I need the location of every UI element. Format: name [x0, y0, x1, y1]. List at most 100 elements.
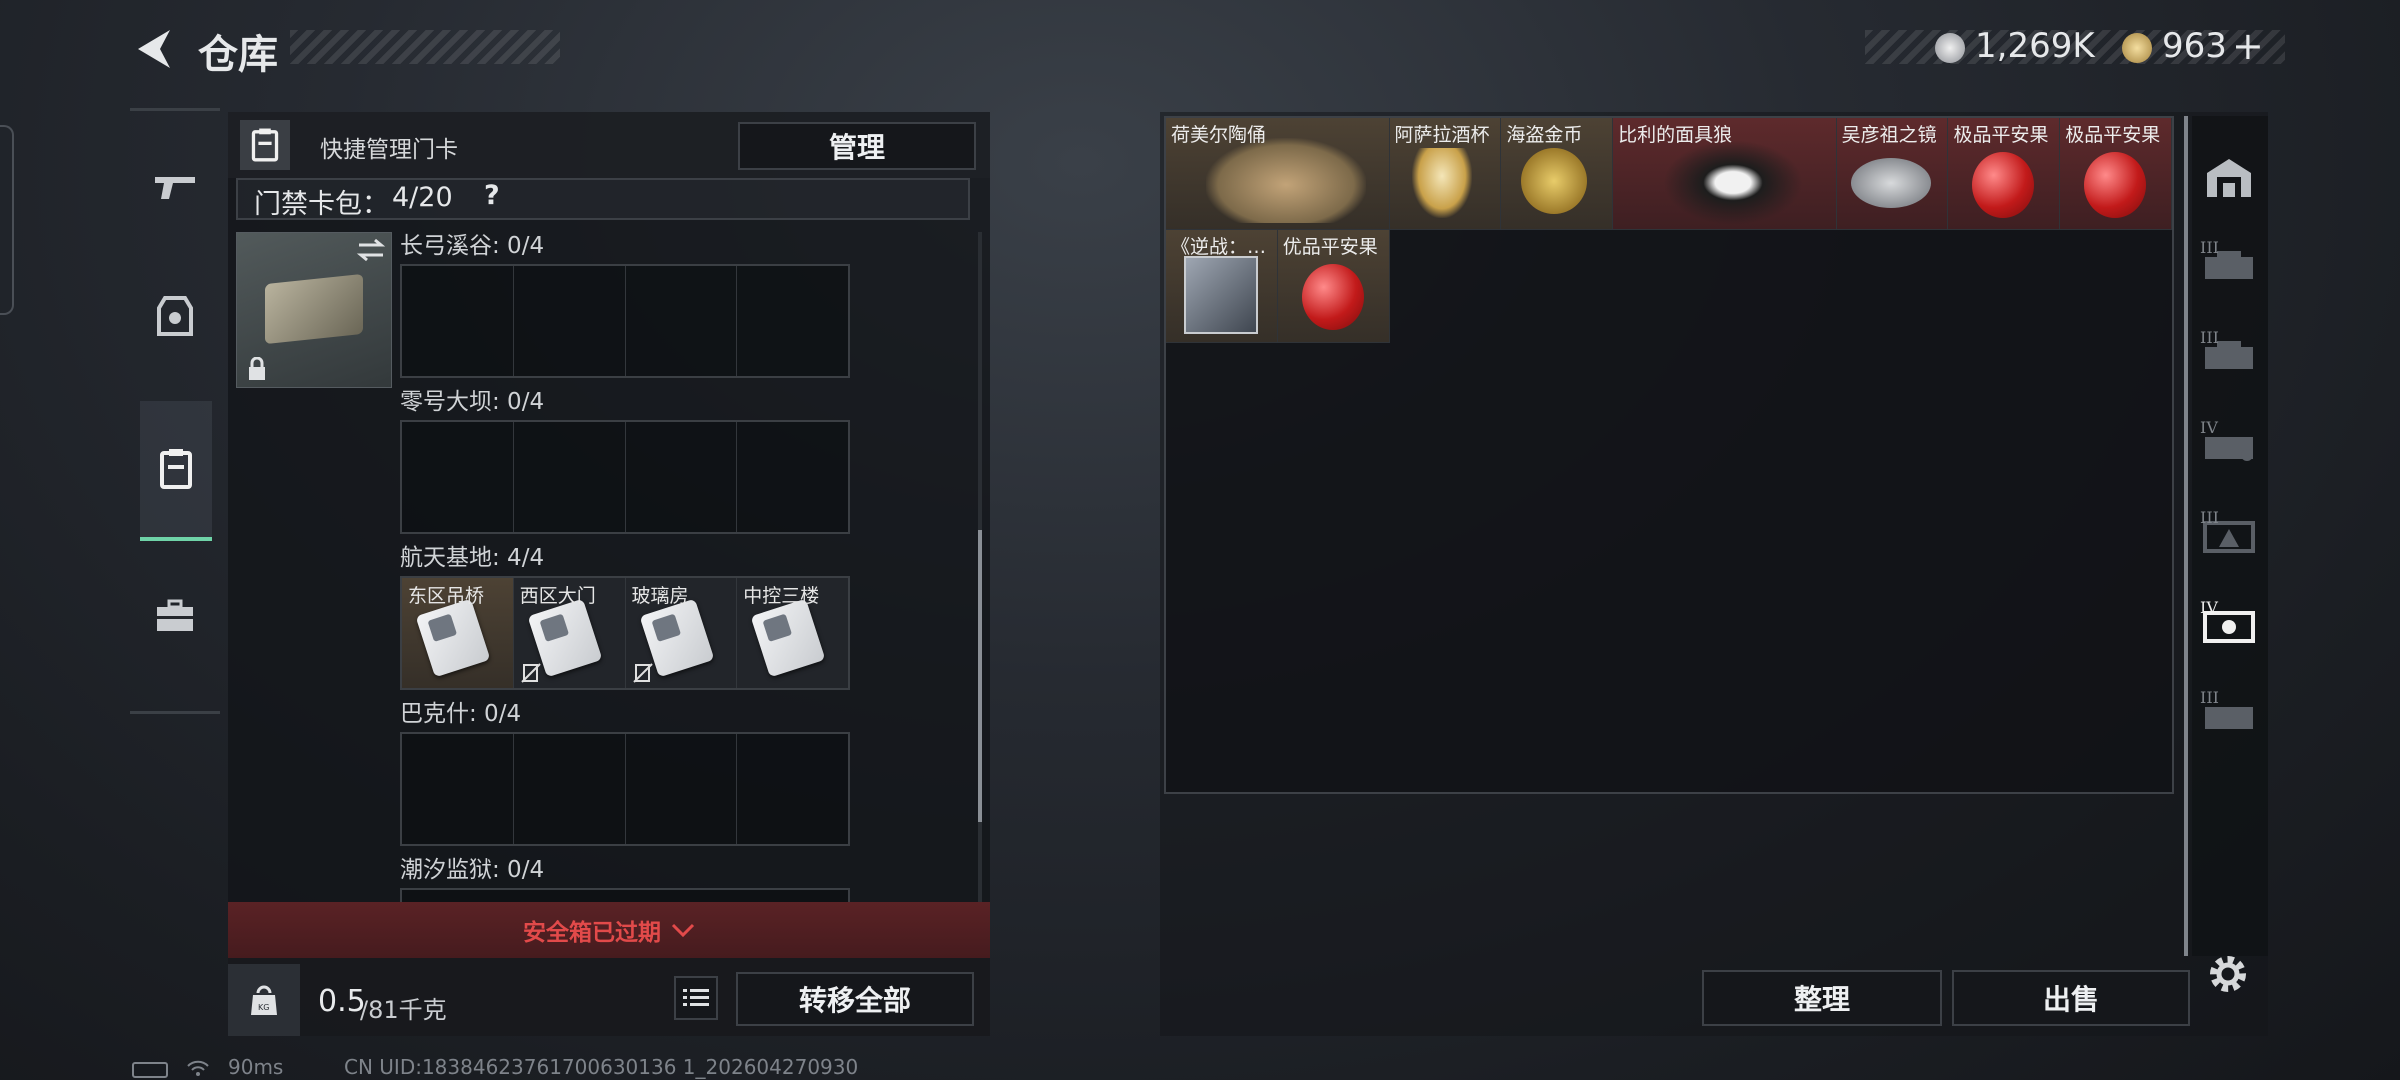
tab-container-active[interactable]: IV	[2192, 582, 2266, 672]
ping-text: 90ms	[228, 1055, 284, 1079]
tab-container[interactable]: III	[2192, 222, 2266, 312]
keycard-slot[interactable]	[514, 266, 626, 376]
item-name: 比利的面具狼	[1618, 124, 1733, 146]
gear-icon	[2210, 956, 2246, 992]
stash-item[interactable]: 荷美尔陶俑	[1166, 118, 1390, 231]
expired-banner[interactable]: 安全箱已过期	[228, 902, 990, 958]
page-title: 仓库	[198, 32, 278, 78]
cardpack-help-icon[interactable]: ?	[484, 180, 500, 211]
sell-button[interactable]: 出售	[1952, 970, 2190, 1026]
scrollbar-thumb[interactable]	[978, 530, 982, 822]
tab-container[interactable]: III	[2192, 492, 2266, 582]
cardpack-thumbnail[interactable]	[236, 232, 392, 388]
right-tab-column: III III IV III IV III	[2192, 116, 2268, 956]
apple-image	[1301, 264, 1364, 331]
item-name: 《逆战：…	[1171, 236, 1267, 259]
keycard-slot[interactable]	[626, 422, 738, 532]
tab-container[interactable]: III	[2192, 672, 2266, 762]
armor-icon	[157, 296, 193, 336]
keycard-label: 中控三楼	[743, 585, 820, 607]
list-view-button[interactable]	[674, 976, 718, 1020]
stash-item[interactable]: 《逆战：…	[1166, 230, 1278, 343]
keycard-label: 玻璃房	[631, 585, 689, 607]
keycard-slot[interactable]	[737, 422, 848, 532]
tier-label: IV	[2200, 417, 2218, 437]
unavailable-icon	[632, 663, 653, 683]
stash-item[interactable]: 极品平安果	[2060, 118, 2172, 231]
item-name: 极品平安果	[1953, 124, 2049, 146]
toolbox-icon	[157, 599, 193, 631]
keycard-slot[interactable]: 中控三楼	[737, 578, 848, 688]
tier-label: IV	[2200, 597, 2218, 617]
section-slots	[400, 264, 850, 378]
add-currency-button[interactable]: +	[2232, 24, 2264, 68]
gold-amount: 963	[2162, 26, 2227, 66]
section-slots	[400, 732, 850, 846]
tab-container[interactable]: IV	[2192, 402, 2266, 492]
gun-icon	[155, 177, 195, 199]
item-name: 吴彦祖之镜	[1841, 124, 1937, 146]
stash-item[interactable]: 吴彦祖之镜	[1836, 118, 1949, 231]
chevron-down-icon	[671, 923, 695, 938]
stash-item[interactable]: 比利的面具狼	[1613, 118, 1837, 231]
stash-grid: 荷美尔陶俑 阿萨拉酒杯 海盗金币 比利的面具狼 吴彦祖之镜 极品平安果 极品平安…	[1164, 116, 2174, 794]
weight-current: 0.5	[318, 984, 366, 1019]
wifi-icon	[187, 1060, 209, 1076]
tab-container[interactable]: III	[2192, 312, 2266, 402]
transfer-all-button[interactable]: 转移全部	[736, 972, 974, 1026]
nav-tools[interactable]	[137, 571, 213, 661]
section-slots: 东区吊桥 西区大门 玻璃房 中控三楼	[400, 576, 850, 690]
gold-coin-icon	[2122, 33, 2152, 63]
keycard-slot[interactable]	[402, 422, 514, 532]
weight-icon-box: KG	[228, 964, 300, 1036]
stash-item[interactable]: 极品平安果	[1948, 118, 2061, 231]
keycard-slot[interactable]	[737, 266, 848, 376]
back-button[interactable]	[130, 24, 180, 74]
sort-button[interactable]: 整理	[1702, 970, 1942, 1026]
stash-item[interactable]: 阿萨拉酒杯	[1389, 118, 1502, 231]
settings-button[interactable]	[2206, 952, 2256, 1002]
item-name: 海盗金币	[1506, 124, 1583, 146]
left-edge-tab[interactable]	[0, 125, 14, 315]
keycard-slot[interactable]	[514, 734, 626, 844]
section-name: 长弓溪谷: 0/4	[400, 233, 545, 259]
tab-stash-home[interactable]	[2192, 132, 2266, 222]
keycard-image	[750, 598, 826, 678]
nav-keycards[interactable]	[140, 401, 212, 541]
book-image	[1184, 256, 1258, 335]
keycard-slot[interactable]	[737, 734, 848, 844]
keycard-slot[interactable]: 玻璃房	[625, 578, 738, 688]
keycard-slot[interactable]	[402, 266, 514, 376]
item-name: 优品平安果	[1282, 236, 1378, 259]
keycard-slot[interactable]: 西区大门	[513, 578, 626, 688]
keycard-slot[interactable]	[626, 266, 738, 376]
section-name: 潮汐监狱: 0/4	[400, 857, 545, 883]
keycard-slot[interactable]	[626, 734, 738, 844]
keycard-panel: 快捷管理门卡 管理 门禁卡包： 4/20 ? 长弓溪谷: 0/4 零号大坝: 0…	[228, 112, 990, 1036]
stash-item[interactable]: 海盗金币	[1501, 118, 1614, 231]
stash-item[interactable]: 优品平安果	[1277, 230, 1390, 343]
nav-equipment[interactable]	[137, 271, 213, 361]
keycard-slot[interactable]	[514, 422, 626, 532]
uid-text: CN UID:18384623761700630136 1_2026042709…	[344, 1055, 859, 1079]
back-arrow-icon	[138, 30, 170, 68]
keycard-slot[interactable]	[402, 734, 514, 844]
kettlebell-icon: KG	[251, 985, 277, 1015]
svg-text:KG: KG	[258, 1003, 269, 1012]
keycard-label: 东区吊桥	[408, 585, 485, 607]
nav-weapons[interactable]	[137, 141, 213, 231]
weight-max: /81千克	[360, 996, 447, 1024]
left-nav	[130, 108, 220, 714]
section-name: 零号大坝: 0/4	[400, 389, 545, 415]
mirror-image	[1850, 158, 1931, 208]
keycard-label: 西区大门	[519, 585, 596, 607]
apple-image	[2084, 152, 2147, 218]
keycard-slot[interactable]: 东区吊桥	[402, 578, 514, 688]
section-name: 巴克什: 0/4	[400, 701, 522, 727]
silver-amount: 1,269K	[1975, 26, 2095, 66]
tier-label: III	[2200, 687, 2219, 707]
stash-scrollbar[interactable]	[2184, 116, 2188, 956]
keycard-image	[415, 598, 491, 678]
manage-button[interactable]: 管理	[738, 122, 976, 170]
swap-icon[interactable]	[355, 237, 387, 263]
